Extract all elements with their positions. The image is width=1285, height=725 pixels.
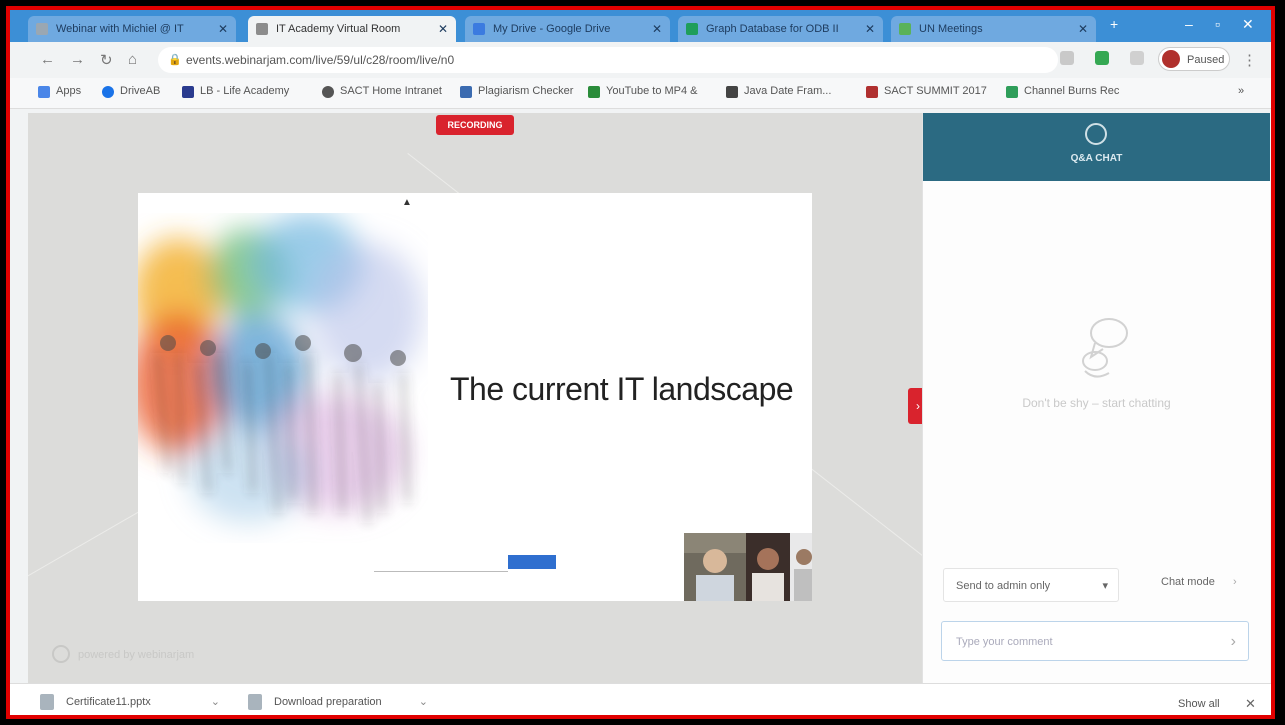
red-border — [6, 6, 1275, 719]
video-frame: Webinar with Michiel @ IT ✕ IT Academy V… — [0, 0, 1285, 725]
